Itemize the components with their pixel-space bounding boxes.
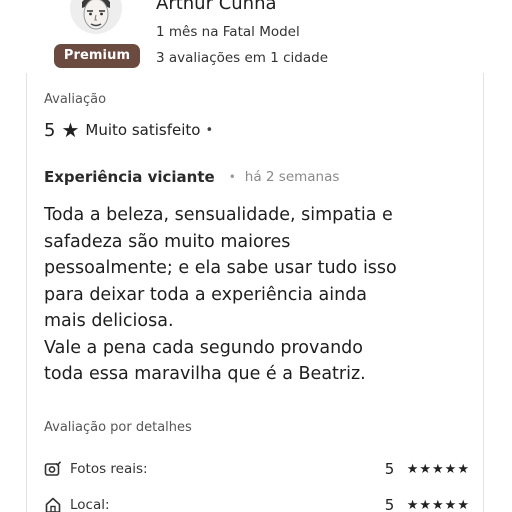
- review-page: Arthur Cunha 1 mês na Fatal Model Premiu…: [0, 0, 512, 512]
- rating-text: Muito satisfeito: [85, 121, 201, 139]
- reviewer-name[interactable]: Arthur Cunha: [156, 0, 277, 14]
- detail-row-fotos-reais: Fotos reais: 5 ★★★★★: [44, 459, 470, 479]
- overall-rating: 5 ★ Muito satisfeito •: [44, 118, 213, 142]
- review-line: mais deliciosa.: [44, 311, 174, 331]
- review-line: Toda a beleza, sensualidade, simpatia e: [44, 205, 393, 225]
- detail-score: 5: [384, 460, 395, 478]
- review-header: Experiência viciante • há 2 semanas: [44, 167, 339, 187]
- review-text: Toda a beleza, sensualidade, simpatia e …: [44, 202, 484, 388]
- rating-dot: •: [205, 122, 214, 138]
- review-separator: •: [228, 170, 236, 184]
- home-icon: [44, 495, 64, 512]
- review-title: Experiência viciante: [44, 168, 215, 186]
- avatar-face-icon: [70, 0, 122, 34]
- photo-check-icon: [44, 459, 64, 479]
- avatar[interactable]: [70, 0, 122, 34]
- star-icon: ★: [61, 118, 80, 142]
- details-section-label: Avaliação por detalhes: [44, 420, 192, 435]
- detail-label: Local:: [70, 497, 110, 512]
- review-date: há 2 semanas: [244, 169, 340, 185]
- detail-score: 5: [384, 496, 395, 512]
- review-line: Vale a pena cada segundo provando: [44, 337, 363, 358]
- reviewer-member-since: 1 mês na Fatal Model: [156, 24, 300, 40]
- detail-stars: ★★★★★: [406, 497, 470, 512]
- review-line: safadeza são muito maiores: [44, 231, 291, 252]
- review-line: para deixar toda a experiência ainda: [44, 284, 368, 305]
- rating-score: 5: [44, 119, 56, 141]
- review-line: toda essa maravilha que é a Beatriz.: [44, 364, 366, 384]
- reviewer-stats: 3 avaliações em 1 cidade: [156, 50, 329, 66]
- rating-section-label: Avaliação: [44, 92, 107, 107]
- premium-badge: Premium: [54, 44, 140, 68]
- detail-stars: ★★★★★: [406, 461, 470, 477]
- detail-row-local: Local: 5 ★★★★★: [44, 495, 470, 512]
- detail-label: Fotos reais:: [70, 461, 148, 477]
- review-line: pessoalmente; e ela sabe usar tudo isso: [44, 258, 397, 278]
